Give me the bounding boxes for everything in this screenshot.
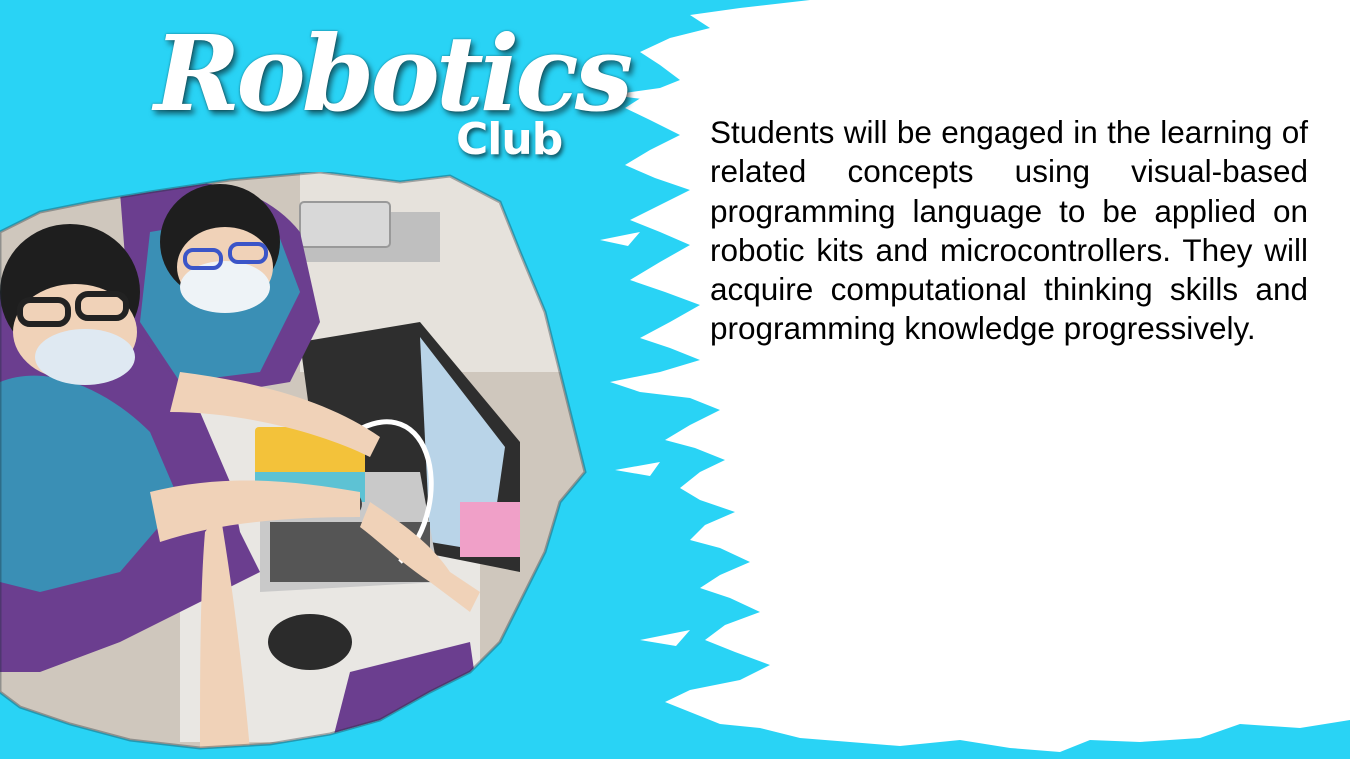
title-script-text: Robotics	[154, 12, 633, 135]
students-robotics-photo	[0, 172, 587, 750]
title-suffix-text: Club	[456, 114, 563, 165]
description-paragraph: Students will be engaged in the learning…	[710, 114, 1308, 347]
slide: Robotics Club Students will be engaged i…	[0, 0, 1350, 759]
robotics-club-title: Robotics Club	[150, 22, 633, 182]
